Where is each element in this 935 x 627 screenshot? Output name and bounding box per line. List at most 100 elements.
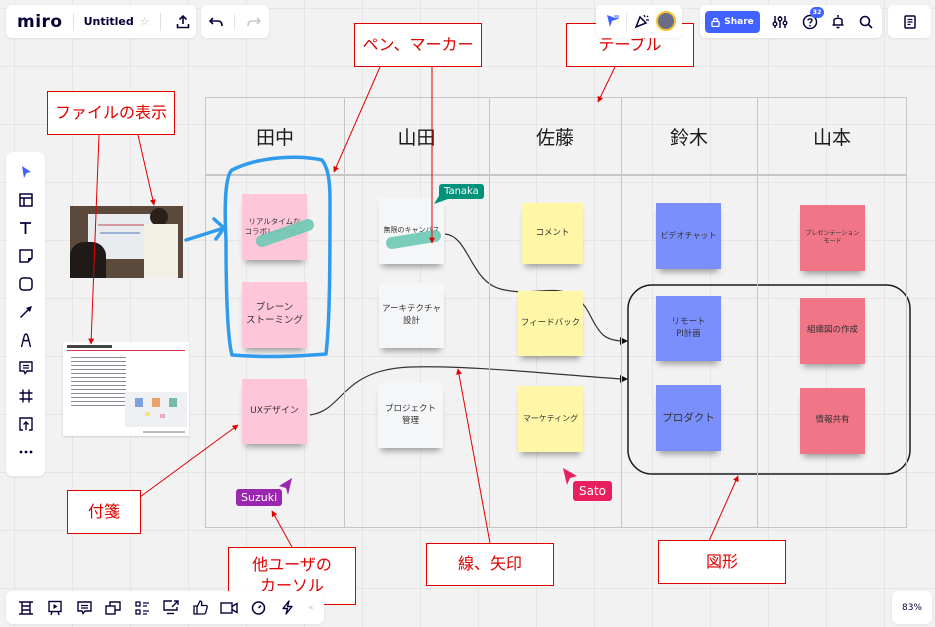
column-header-tanaka[interactable]: 田中 [206,122,344,150]
sticky-note[interactable]: アーキテクチャ 設計 [379,283,444,348]
sticky-text: UXデザイン [250,406,299,417]
sticky-note[interactable]: 無限のキャンバス [379,198,444,264]
undo-icon [209,16,223,26]
connection-line-tool[interactable] [15,302,37,321]
frames-button[interactable] [16,598,36,618]
column-header-sato[interactable]: 佐藤 [489,122,621,150]
sticky-note[interactable]: ビデオチャット [656,203,721,269]
comment-tool[interactable] [15,358,37,377]
sticky-note[interactable]: 組織図の作成 [800,298,865,364]
shape-tool[interactable] [15,274,37,293]
sticky-text: アーキテクチャ 設計 [382,304,441,326]
cursor-label-tanaka: Tanaka [439,184,484,199]
whiteboard-scribble [98,224,148,226]
card-list-button[interactable] [132,598,152,618]
video-chat-button[interactable] [219,598,239,618]
video-icon [220,601,238,614]
callout-file-display: ファイルの表示 [47,91,175,135]
list-icon [134,600,149,615]
sticky-note[interactable]: UXデザイン [242,379,307,444]
frames-icon [19,600,33,615]
upload-tool[interactable] [15,414,37,433]
timer-button[interactable] [248,598,268,618]
notification-badge: 32 [810,6,824,18]
frame-tool[interactable] [15,386,37,405]
export-button[interactable] [171,10,195,34]
sticky-note[interactable]: フィードバック [518,291,583,356]
column-header-yamada[interactable]: 山田 [344,122,489,150]
frame-icon [19,389,32,402]
image-file-meeting-photo[interactable] [70,206,183,278]
table-column-divider [757,98,758,527]
sticky-note[interactable]: プレゼンテーション モード [800,205,865,271]
text-tool[interactable] [15,218,37,237]
cursor-label-suzuki: Suzuki [236,489,283,506]
select-tool[interactable] [15,162,37,181]
zoom-level-indicator[interactable]: 83% [892,591,932,624]
voting-button[interactable] [190,598,210,618]
whiteboard-scribble [100,232,140,234]
board-settings-button[interactable] [768,10,792,34]
pen-icon [20,332,31,347]
templates-tool[interactable] [15,190,37,209]
person-shirt [144,224,178,278]
sticky-text: プロダクト [662,411,715,424]
bell-icon [832,15,844,29]
table-header-divider [206,174,906,176]
comments-button[interactable] [74,598,94,618]
comment-icon [18,360,33,375]
sticky-note[interactable]: 情報共有 [800,388,865,454]
search-button[interactable] [854,10,878,34]
sticky-text: コメント [535,227,570,238]
help-button[interactable]: 32 [798,6,824,34]
follow-cursor-icon[interactable] [606,14,620,28]
redo-button[interactable] [242,10,266,34]
screen-share-button[interactable] [103,598,123,618]
sticky-note[interactable]: リアルタイムな コラボレーション [242,194,307,260]
sticky-note[interactable]: プロジェクト 管理 [378,383,443,448]
share-button[interactable]: Share [705,10,760,33]
pen-tool[interactable] [15,330,37,349]
upload-icon [18,416,33,431]
document-file-preview[interactable] [63,342,189,436]
sticky-note[interactable]: リモート PI計画 [656,296,721,361]
integrations-button[interactable] [277,598,297,618]
sticky-text: フィードバック [520,317,581,328]
template-icon [18,192,33,207]
search-icon [859,15,873,29]
divider [72,12,74,31]
sticky-note-icon [18,248,33,263]
board-header-panel: miro Untitled ☆ [6,5,196,38]
lightning-icon [281,600,293,615]
callout-pen-marker: ペン、マーカー [354,23,482,67]
more-tools-button[interactable] [15,442,37,461]
presentation-button[interactable] [45,598,65,618]
sticky-note[interactable]: ブレーン ストーミング [242,282,307,348]
notifications-button[interactable] [826,10,850,34]
sticky-note[interactable]: プロダクト [656,385,721,451]
celebrate-icon[interactable] [634,13,650,29]
sticky-note[interactable]: コメント [522,203,583,264]
column-header-yamamoto[interactable]: 山本 [757,122,907,150]
undo-button[interactable] [204,10,228,34]
sticky-text: リモート PI計画 [671,317,706,339]
divider [159,12,161,31]
star-icon[interactable]: ☆ [140,15,150,28]
notes-panel[interactable] [888,5,931,38]
upload-icon [176,14,189,28]
miro-logo[interactable]: miro [17,12,63,32]
callout-line-arrow: 線、矢印 [426,543,554,586]
undo-redo-panel [201,5,269,38]
sticky-note-tool[interactable] [15,246,37,265]
collaboration-panel [596,5,682,38]
doc-text-lines [71,354,126,409]
sticky-text: 組織図の作成 [806,325,858,336]
table-column-divider [489,98,490,527]
board-title[interactable]: Untitled [84,15,134,28]
share-screen-button[interactable] [161,598,181,618]
column-header-suzuki[interactable]: 鈴木 [621,122,757,150]
notes-icon [903,14,916,29]
collapse-toolbar-button[interactable]: « [308,603,314,613]
user-avatar[interactable] [656,11,676,31]
sticky-note[interactable]: マーケティング [518,386,583,452]
